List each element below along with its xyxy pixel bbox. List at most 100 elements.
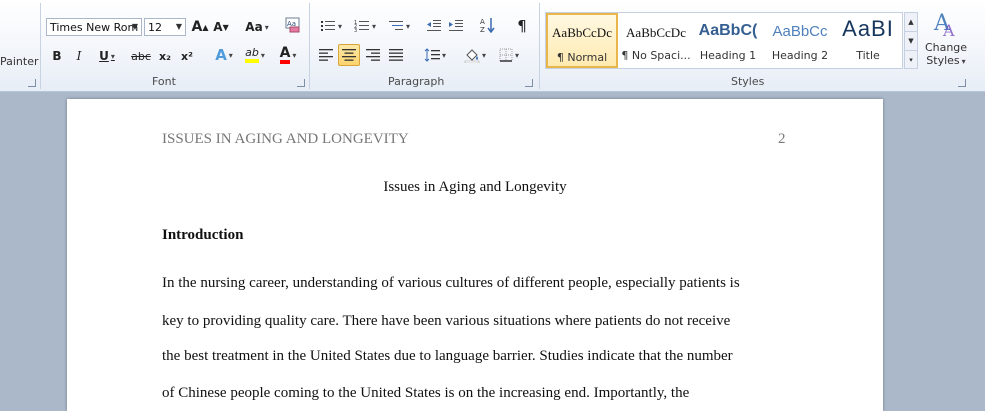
subscript-button[interactable]: x₂ [156, 46, 174, 66]
style-name: ¶ Normal [556, 51, 608, 64]
running-head[interactable]: ISSUES IN AGING AND LONGEVITY [162, 131, 409, 148]
style-preview: AaBbCcDc [552, 25, 612, 40]
gallery-more-icon[interactable]: ▾ [905, 51, 917, 69]
decrease-indent-icon [427, 20, 441, 31]
shrink-font-button[interactable]: A ▼ [212, 17, 230, 37]
numbering-button[interactable]: 1 2 3 ▾ [350, 16, 380, 36]
scroll-down-icon[interactable]: ▼ [905, 32, 917, 51]
font-color-icon: A [279, 46, 291, 64]
chevron-down-icon: ▾ [264, 22, 269, 32]
borders-icon [499, 48, 513, 62]
document-title[interactable]: Issues in Aging and Longevity [67, 179, 883, 196]
chevron-down-icon: ▾ [514, 50, 519, 60]
shrink-font-icon: A [213, 20, 223, 34]
chevron-down-icon: ▾ [441, 50, 446, 60]
increase-indent-icon [449, 20, 463, 31]
change-case-icon: Aa [245, 20, 263, 34]
style-preview: AaBI [842, 16, 894, 41]
chevron-down-icon: ▾ [961, 57, 966, 66]
align-right-icon [366, 49, 380, 61]
sort-button[interactable]: AZ [478, 15, 498, 35]
font-group-label: Font [152, 75, 176, 88]
style-no-spacing[interactable]: AaBbCcDc ¶ No Spaci... [620, 13, 692, 68]
style-name: ¶ No Spaci... [621, 49, 691, 62]
style-preview: AaBbCc [772, 23, 828, 40]
style-name: Heading 1 [699, 49, 757, 62]
increase-indent-button[interactable] [446, 16, 466, 36]
styles-launcher-icon[interactable] [958, 79, 966, 87]
body-line[interactable]: the best treatment in the United States … [162, 348, 733, 365]
style-preview: AaBbCcDc [626, 25, 686, 40]
align-center-button[interactable] [338, 44, 360, 66]
align-right-button[interactable] [363, 45, 383, 65]
justify-button[interactable] [386, 45, 406, 65]
group-separator [309, 3, 310, 89]
justify-icon [389, 49, 403, 61]
grow-font-button[interactable]: A ▲ [190, 17, 210, 37]
clear-formatting-button[interactable]: Aa [283, 15, 303, 35]
svg-text:A: A [480, 18, 485, 26]
bold-button[interactable]: B [48, 46, 66, 66]
decrease-indent-button[interactable] [424, 16, 444, 36]
change-case-button[interactable]: Aa ▾ [243, 17, 271, 37]
page-number[interactable]: 2 [778, 131, 786, 148]
group-separator [40, 3, 41, 89]
font-color-button[interactable]: A ▾ [274, 45, 302, 65]
svg-text:Z: Z [480, 26, 485, 33]
superscript-button[interactable]: x² [178, 46, 196, 66]
line-spacing-button[interactable]: ▾ [420, 45, 450, 65]
highlight-button[interactable]: ab ▾ [240, 45, 270, 65]
borders-button[interactable]: ▾ [494, 45, 524, 65]
chevron-down-icon: ▾ [260, 50, 265, 60]
numbered-list-icon: 123 [354, 20, 369, 33]
highlighter-icon: ab [245, 47, 259, 63]
style-heading-2[interactable]: AaBbCc Heading 2 [764, 13, 836, 68]
scroll-up-icon[interactable]: ▲ [905, 13, 917, 32]
paragraph-group-label: Paragraph [388, 75, 445, 88]
show-marks-button[interactable]: ¶ [512, 16, 532, 36]
gallery-scroll[interactable]: ▲ ▼ ▾ [904, 12, 918, 69]
body-line[interactable]: In the nursing career, understanding of … [162, 275, 740, 292]
font-name-combo[interactable]: Times New Rom ▼ [46, 18, 142, 36]
style-heading-1[interactable]: AaBbC( Heading 1 [692, 13, 764, 68]
text-effects-button[interactable]: A ▾ [210, 45, 238, 65]
document-page[interactable]: ISSUES IN AGING AND LONGEVITY 2 Issues i… [67, 99, 883, 411]
underline-icon: U [99, 49, 109, 63]
body-line[interactable]: of Chinese people coming to the United S… [162, 385, 689, 402]
chevron-down-icon: ▾ [228, 50, 233, 60]
chevron-down-icon: ▾ [110, 51, 115, 61]
sort-az-icon: AZ [480, 18, 495, 33]
shading-button[interactable]: ▾ [460, 45, 490, 65]
subscript-icon: x₂ [159, 49, 171, 63]
strikethrough-button[interactable]: abc [130, 46, 152, 66]
style-title[interactable]: AaBI Title [834, 13, 902, 68]
body-line[interactable]: key to providing quality care. There hav… [162, 313, 730, 330]
multilevel-list-icon [388, 21, 403, 30]
change-styles-label-1: Change [924, 41, 968, 54]
bullets-button[interactable]: ▾ [316, 16, 346, 36]
bullet-list-icon [320, 21, 335, 31]
clipboard-launcher-icon[interactable] [28, 79, 36, 87]
style-name: Heading 2 [771, 49, 829, 62]
underline-button[interactable]: U ▾ [94, 46, 120, 66]
styles-gallery: AaBbCcDc ¶ Normal AaBbCcDc ¶ No Spaci...… [545, 12, 903, 69]
font-launcher-icon[interactable] [297, 79, 305, 87]
paragraph-launcher-icon[interactable] [525, 79, 533, 87]
format-painter-button[interactable]: Painter [0, 55, 39, 68]
line-spacing-icon [424, 48, 440, 62]
multilevel-list-button[interactable]: ▾ [384, 16, 414, 36]
chevron-down-icon: ▾ [371, 21, 376, 31]
change-styles-button[interactable]: AA Change Styles ▾ [921, 8, 971, 74]
align-left-button[interactable] [316, 45, 336, 65]
font-size-combo[interactable]: 12 ▼ [144, 18, 186, 36]
chevron-down-icon: ▾ [405, 21, 410, 31]
clear-formatting-icon: Aa [285, 17, 300, 33]
paint-bucket-icon [464, 49, 480, 63]
section-heading[interactable]: Introduction [162, 227, 243, 244]
chevron-down-icon: ▾ [337, 21, 342, 31]
chevron-down-icon: ▾ [481, 50, 486, 60]
style-name: Title [856, 49, 880, 62]
italic-button[interactable]: I [70, 46, 88, 66]
style-normal[interactable]: AaBbCcDc ¶ Normal [546, 13, 618, 68]
change-styles-label-2: Styles [926, 54, 960, 67]
